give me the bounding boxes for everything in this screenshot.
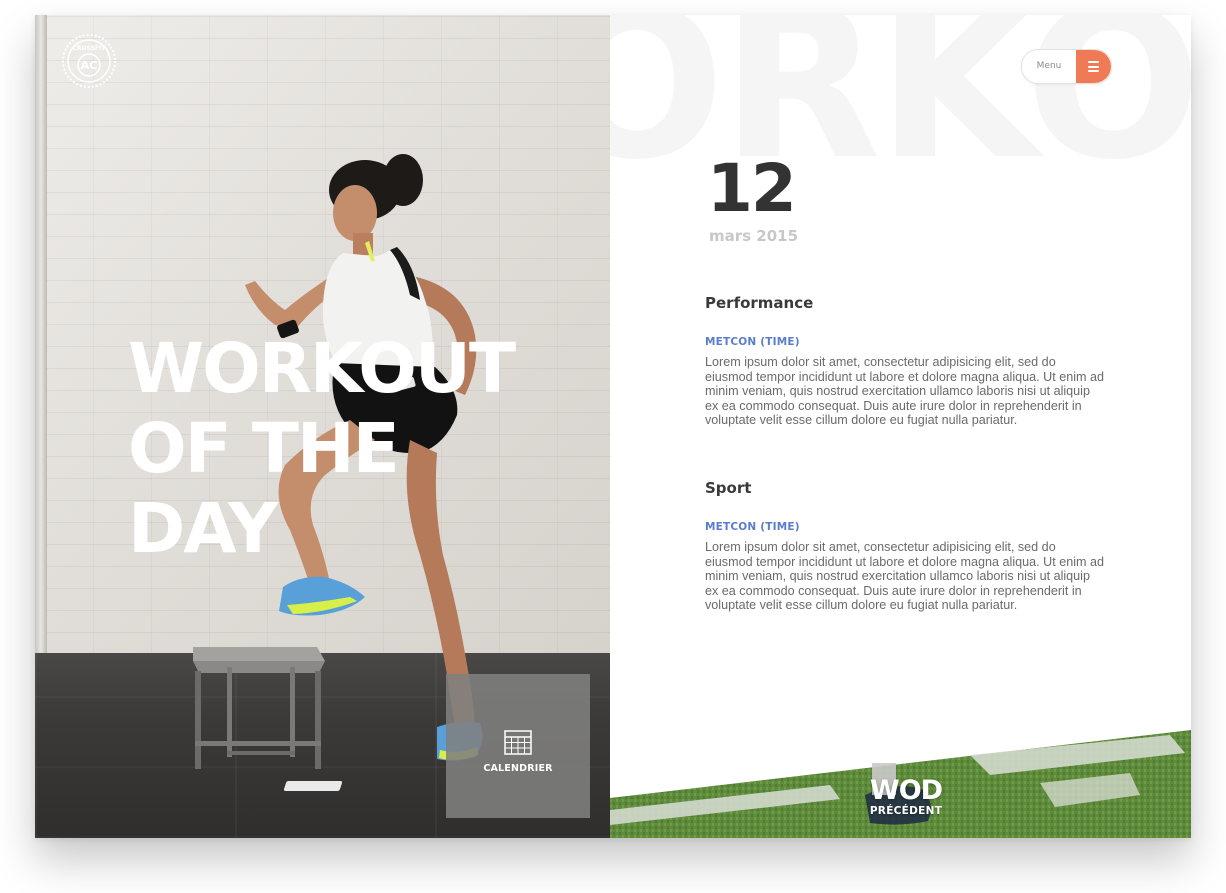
wall-pipe — [35, 15, 47, 655]
hamburger-icon — [1076, 50, 1111, 83]
menu-button[interactable]: Menu — [1021, 49, 1112, 84]
section-subtitle-sport: METCON (TIME) — [705, 521, 800, 533]
section-body-sport: Lorem ipsum dolor sit amet, consectetur … — [705, 540, 1105, 613]
page-card: AC CROSSFIT WORKOUT OF THE DAY CALENDRIE… — [35, 15, 1191, 838]
crossfit-ac-badge-icon[interactable]: AC CROSSFIT — [61, 33, 117, 89]
section-body-performance: Lorem ipsum dolor sit amet, consectetur … — [705, 355, 1105, 428]
date-month-year: mars 2015 — [709, 227, 799, 245]
section-title-performance: Performance — [705, 294, 814, 312]
logo-monogram: AC — [81, 59, 98, 72]
phone-on-floor — [283, 781, 343, 791]
date-day: 12 — [707, 150, 797, 227]
calendar-label: CALENDRIER — [483, 763, 553, 774]
section-title-sport: Sport — [705, 479, 752, 497]
hero-title: WORKOUT OF THE DAY — [128, 329, 516, 569]
previous-wod-title: WOD — [869, 775, 943, 806]
previous-wod-subtitle: PRÉCÉDENT — [869, 805, 943, 817]
section-subtitle-performance: METCON (TIME) — [705, 336, 800, 348]
background-watermark-word: ORKO — [610, 15, 1191, 206]
content-panel: ORKO Menu 12 mars 2015 Performance METCO… — [610, 15, 1191, 838]
logo-ring-text: CROSSFIT — [73, 45, 107, 52]
calendar-button[interactable]: CALENDRIER — [446, 674, 590, 818]
calendar-icon — [504, 730, 532, 755]
hero-panel: AC CROSSFIT WORKOUT OF THE DAY CALENDRIE… — [35, 15, 610, 838]
menu-label: Menu — [1036, 61, 1062, 71]
previous-wod-link[interactable]: WOD PRÉCÉDENT — [856, 777, 956, 827]
